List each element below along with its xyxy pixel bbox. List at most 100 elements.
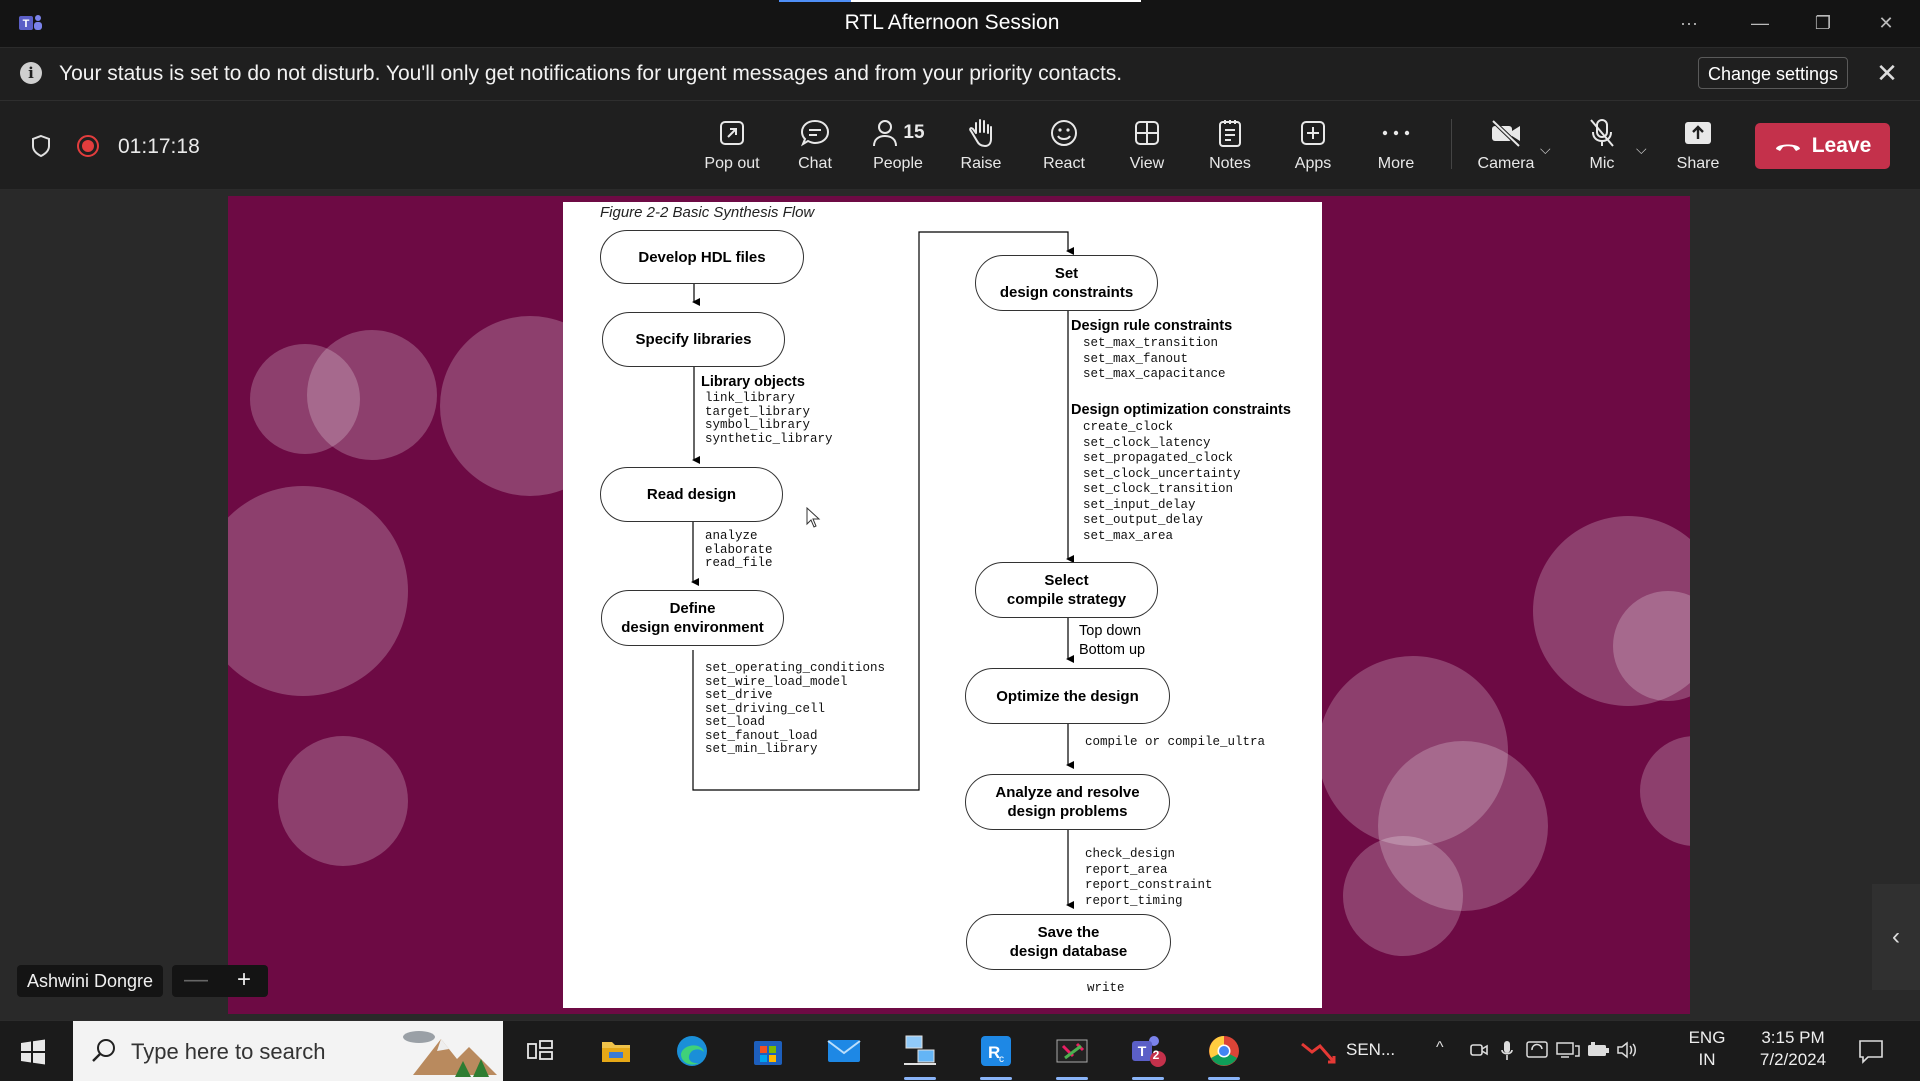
network-app-icon[interactable] [896, 1031, 944, 1080]
node-develop-hdl: Develop HDL files [600, 230, 804, 284]
mic-button[interactable]: Mic [1562, 115, 1642, 173]
sync-icon[interactable] [1526, 1040, 1548, 1060]
camera-button[interactable]: Camera [1466, 115, 1546, 173]
people-button[interactable]: 15 People [858, 115, 938, 173]
microsoft-store-icon[interactable] [744, 1031, 792, 1071]
more-options-icon[interactable]: ··· [1669, 8, 1709, 38]
mouse-cursor-icon [806, 507, 821, 528]
react-label: React [1043, 155, 1085, 172]
design-optimization-title: Design optimization constraints [1071, 402, 1291, 418]
leave-button[interactable]: Leave [1755, 123, 1890, 169]
minimize-button[interactable]: — [1740, 8, 1780, 38]
info-icon: i [20, 62, 42, 84]
synthesis-flow-figure: Figure 2-2 Basic Synthesis Flow Develop … [563, 202, 1322, 1008]
clock[interactable]: 3:15 PM 7/2/2024 [1742, 1027, 1844, 1071]
node-label: Optimize the design [996, 687, 1139, 705]
mic-chevron-down-icon[interactable]: ⌵ [1636, 141, 1647, 158]
raise-label: Raise [960, 155, 1002, 172]
people-label: People [873, 155, 923, 172]
file-explorer-icon[interactable] [592, 1031, 640, 1071]
stock-ticker-label[interactable]: SEN... [1346, 1039, 1395, 1061]
notes-button[interactable]: Notes [1190, 115, 1270, 173]
meeting-timer: 01:17:18 [118, 135, 200, 158]
zoom-out-button[interactable]: — [172, 965, 220, 997]
notification-center-icon[interactable] [1858, 1038, 1884, 1064]
pop-out-button[interactable]: Pop out [692, 115, 772, 173]
teams-app-icon[interactable]: T 2 [1124, 1031, 1172, 1080]
network-icon[interactable] [1556, 1040, 1580, 1060]
strategy-options: Top down Bottom up [1079, 623, 1146, 658]
windows-start-icon[interactable] [20, 1039, 46, 1065]
design-rule-commands: set_max_transition set_max_fanout set_ma… [1083, 336, 1226, 381]
terminal-app-icon[interactable] [1048, 1031, 1096, 1080]
node-save-database: Save the design database [966, 914, 1171, 970]
more-button[interactable]: More [1356, 115, 1436, 173]
input-language-indicator[interactable]: ENG IN [1684, 1027, 1730, 1071]
chrome-browser-icon[interactable] [1200, 1031, 1248, 1080]
node-specify-libraries: Specify libraries [602, 312, 785, 367]
node-label: Specify libraries [635, 331, 752, 348]
taskbar-search-box[interactable]: Type here to search [73, 1021, 503, 1081]
node-set-constraints: Set design constraints [975, 255, 1158, 311]
close-icon[interactable]: ✕ [1872, 58, 1902, 88]
change-settings-button[interactable]: Change settings [1698, 57, 1848, 89]
notification-banner: i Your status is set to do not disturb. … [0, 48, 1920, 101]
windows-taskbar: Type here to search Rc T 2 SEN... ^ ENG … [0, 1020, 1920, 1081]
toolbar-divider [1451, 119, 1452, 169]
mic-off-icon [1562, 115, 1642, 151]
expand-panel-chevron-left-icon[interactable]: ‹ [1872, 884, 1920, 990]
shield-icon[interactable] [30, 134, 52, 158]
node-select-strategy: Select compile strategy [975, 562, 1158, 618]
battery-icon[interactable] [1586, 1042, 1610, 1058]
teams-notification-badge: 2 [1152, 1048, 1160, 1062]
node-optimize: Optimize the design [965, 668, 1170, 724]
meeting-toolbar: 01:17:18 Pop out Chat 15 People Raise Re… [0, 101, 1920, 190]
notes-label: Notes [1209, 155, 1251, 172]
microphone-icon[interactable] [1500, 1039, 1514, 1063]
meet-now-icon[interactable] [1470, 1041, 1488, 1061]
task-view-icon[interactable] [516, 1031, 564, 1071]
design-optimization-commands: create_clock set_clock_latency set_propa… [1083, 420, 1241, 543]
mail-icon[interactable] [820, 1031, 868, 1071]
stock-chart-icon[interactable] [1292, 1031, 1348, 1071]
react-button[interactable]: React [1024, 115, 1104, 173]
recording-icon [77, 135, 99, 157]
chat-button[interactable]: Chat [775, 115, 855, 173]
raise-hand-button[interactable]: Raise [941, 115, 1021, 173]
phone-hangup-icon [1775, 144, 1800, 151]
chat-icon [775, 115, 855, 151]
clock-time: 3:15 PM [1761, 1028, 1825, 1047]
node-label: Develop HDL files [638, 248, 766, 266]
apps-button[interactable]: Apps [1273, 115, 1353, 173]
smile-icon [1024, 115, 1104, 151]
close-window-button[interactable]: ✕ [1866, 8, 1906, 38]
restore-button[interactable]: ❐ [1803, 8, 1843, 38]
remote-desktop-icon[interactable]: Rc [972, 1031, 1020, 1080]
library-objects-list: link_library target_library symbol_libra… [705, 391, 833, 446]
view-label: View [1129, 155, 1165, 172]
environment-commands: set_operating_conditions set_wire_load_m… [705, 661, 886, 756]
pop-out-icon [692, 115, 772, 151]
show-hidden-icons-chevron-up-icon[interactable]: ^ [1436, 1039, 1444, 1057]
add-app-icon [1273, 115, 1353, 151]
ellipsis-icon [1356, 115, 1436, 151]
zoom-in-button[interactable]: + [220, 965, 268, 997]
volume-icon[interactable] [1616, 1040, 1638, 1060]
figure-caption: Figure 2-2 Basic Synthesis Flow [600, 204, 815, 221]
search-icon [92, 1039, 115, 1062]
search-placeholder: Type here to search [131, 1039, 326, 1064]
camera-chevron-down-icon[interactable]: ⌵ [1540, 141, 1551, 158]
design-rule-title: Design rule constraints [1071, 318, 1233, 334]
check-commands: check_design report_area report_constrai… [1085, 847, 1213, 908]
view-button[interactable]: View [1107, 115, 1187, 173]
share-button[interactable]: Share [1658, 115, 1738, 173]
chat-label: Chat [798, 155, 832, 172]
edge-browser-icon[interactable] [668, 1031, 716, 1071]
notes-icon [1190, 115, 1270, 151]
hand-icon [941, 115, 1021, 151]
camera-off-icon [1466, 115, 1546, 151]
leave-label: Leave [1811, 134, 1872, 157]
zoom-controls: — + [172, 965, 268, 997]
camera-label: Camera [1477, 155, 1535, 172]
read-commands: analyze elaborate read_file [705, 529, 773, 570]
